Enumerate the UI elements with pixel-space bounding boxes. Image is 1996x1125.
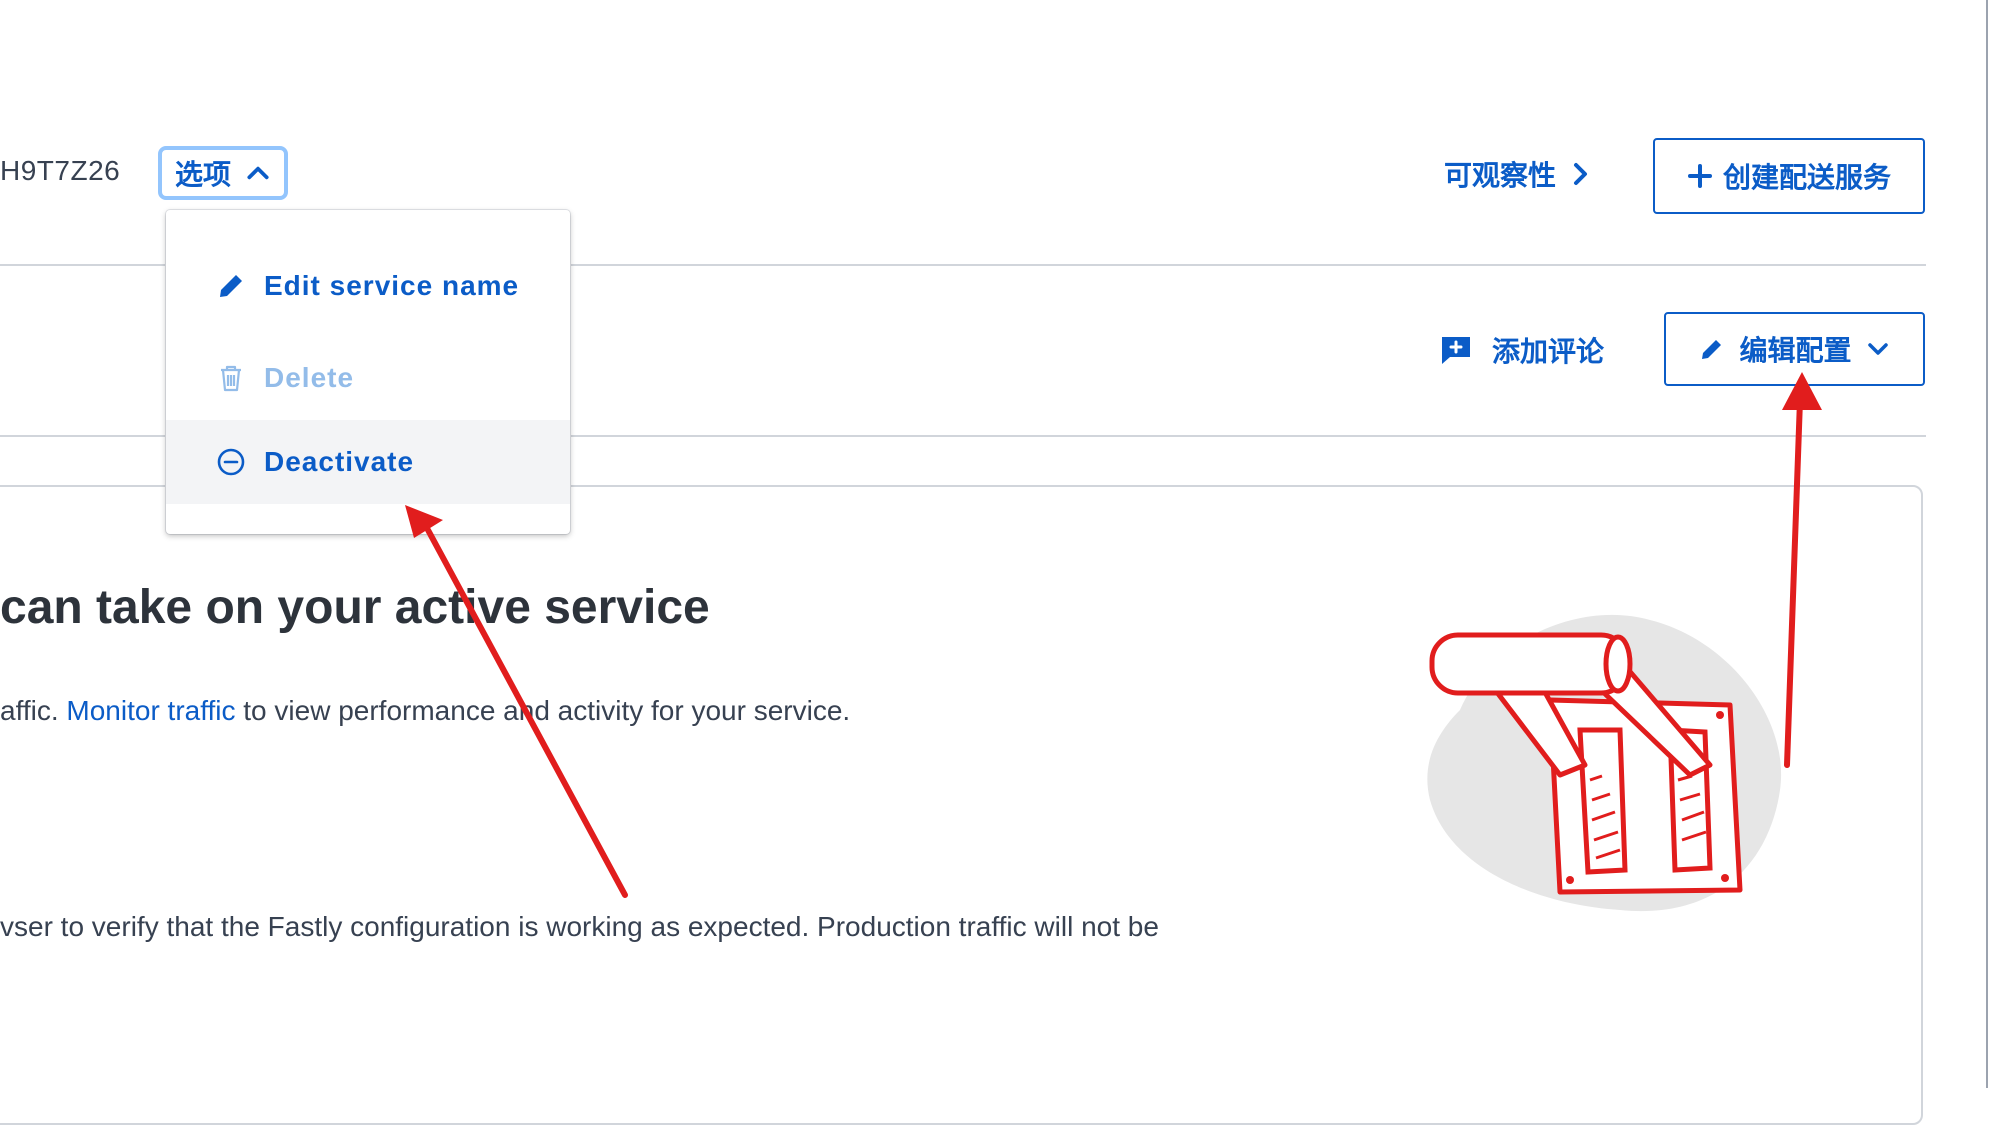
menu-item-delete[interactable]: Delete: [166, 336, 570, 420]
comment-plus-icon: [1442, 337, 1470, 364]
pencil-icon: [1702, 340, 1722, 359]
para1-suffix: to view performance and activity for you…: [235, 695, 851, 726]
minus-circle-icon: [217, 448, 245, 476]
menu-item-edit-service-name[interactable]: Edit service name: [166, 244, 570, 328]
plus-icon: [1687, 164, 1712, 188]
options-button[interactable]: 选项: [158, 146, 288, 200]
options-label: 选项: [174, 158, 231, 191]
menu-item-label: Delete: [264, 362, 355, 393]
create-button-label: 创建配送服务: [1722, 161, 1891, 194]
monitor-paragraph: affic. Monitor traffic to view performan…: [0, 695, 850, 727]
chevron-down-icon: [1867, 343, 1888, 355]
service-id: H9T7Z26: [0, 155, 121, 186]
para1-prefix: affic.: [0, 695, 67, 726]
observability-label: 可观察性: [1444, 159, 1557, 192]
chevron-right-icon: [1574, 163, 1588, 185]
edit-config-label: 编辑配置: [1739, 334, 1852, 367]
options-dropdown-menu: Edit service name Delete Deactivate: [166, 210, 570, 534]
observability-link[interactable]: 可观察性: [1444, 154, 1592, 194]
trash-icon: [221, 365, 241, 392]
menu-item-label: Deactivate: [264, 446, 415, 477]
add-comment-label: 添加评论: [1492, 335, 1605, 368]
menu-item-deactivate[interactable]: Deactivate: [166, 420, 570, 504]
chevron-up-icon: [247, 166, 269, 180]
create-delivery-service-button[interactable]: 创建配送服务: [1653, 138, 1925, 214]
pencil-icon: [220, 275, 242, 297]
edit-configuration-button[interactable]: 编辑配置: [1664, 312, 1925, 386]
card-headline: can take on your active service: [0, 581, 710, 634]
test-paragraph: vser to verify that the Fastly configura…: [0, 911, 1159, 942]
add-comment-button[interactable]: 添加评论: [1440, 330, 1604, 370]
monitor-traffic-link[interactable]: Monitor traffic: [66, 695, 235, 726]
menu-item-label: Edit service name: [264, 270, 520, 301]
switch-illustration: [1427, 614, 1782, 912]
window-edge: [1986, 0, 1988, 1088]
